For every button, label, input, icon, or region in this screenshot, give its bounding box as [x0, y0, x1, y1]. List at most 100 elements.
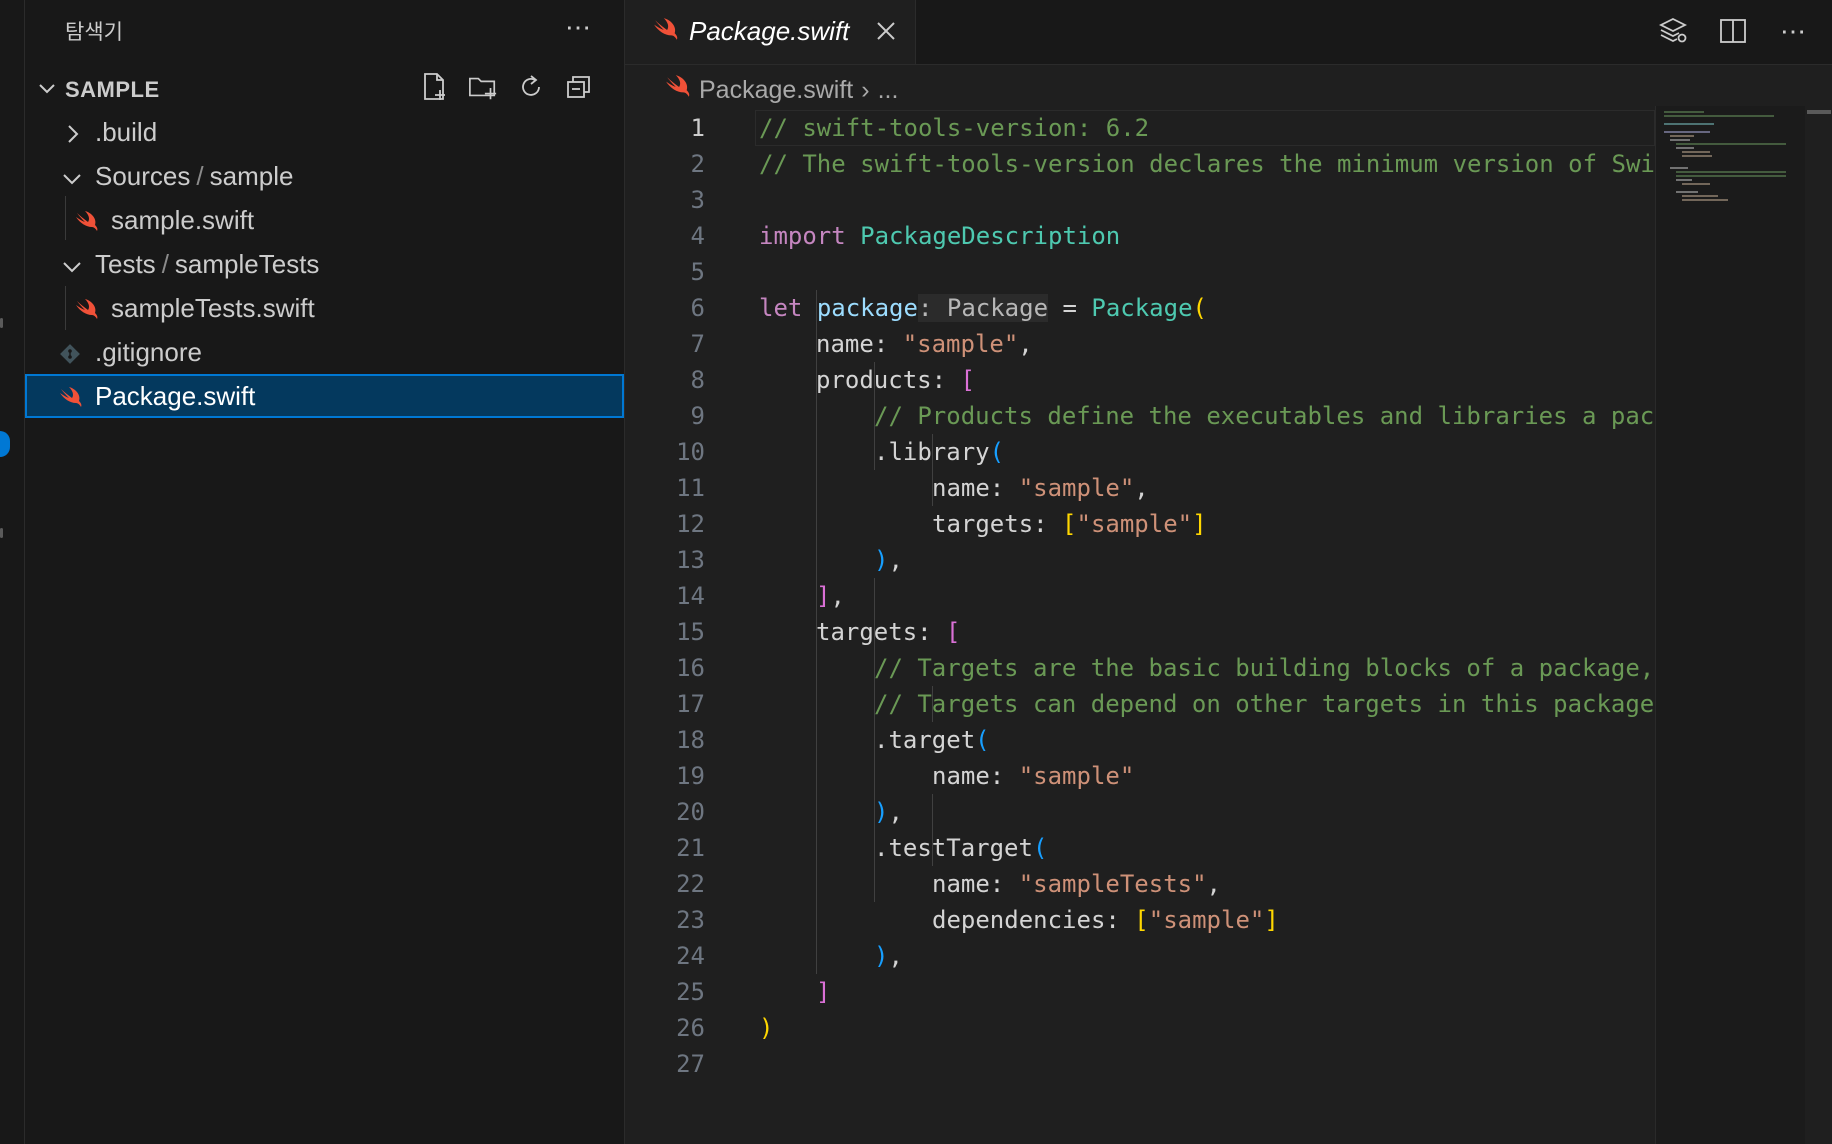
- line-number: 7: [690, 330, 705, 358]
- code-editor[interactable]: 1 // swift-tools-version: 6.2 2 // The swi…: [625, 110, 1655, 1110]
- code-bracket: ): [874, 942, 889, 970]
- tree-item-tests-sampletests[interactable]: Tests / sampleTests: [25, 242, 624, 286]
- minimap-line: [1682, 195, 1718, 197]
- scrollbar-thumb[interactable]: [1807, 110, 1831, 114]
- tree-item-label: sampleTests.swift: [111, 293, 315, 323]
- code-function: .target: [874, 726, 976, 754]
- code-punct: ,: [1206, 870, 1221, 898]
- code-bracket: (: [1032, 834, 1048, 862]
- code-bracket: (: [989, 438, 1005, 466]
- path-separator: /: [196, 161, 204, 191]
- close-icon[interactable]: [875, 20, 897, 47]
- tree-item-sampletests-swift[interactable]: sampleTests.swift: [25, 286, 624, 330]
- minimap-line: [1676, 147, 1694, 149]
- breadcrumb-file[interactable]: Package.swift: [699, 76, 853, 105]
- tree-item-label: Tests: [95, 249, 156, 279]
- activity-marker: [0, 528, 3, 538]
- code-line: 10 .library(: [625, 434, 1655, 470]
- code-line: 5: [625, 254, 1655, 290]
- tree-item-label: sampleTests: [174, 249, 320, 279]
- refresh-icon[interactable]: [516, 72, 546, 102]
- swift-icon: [653, 18, 679, 47]
- explorer-sidebar: 탐색기 ⋯ SAMPLE .build Sources / sample sam…: [25, 0, 625, 1144]
- workspace-section-header[interactable]: SAMPLE: [25, 70, 624, 106]
- code-line: 22 name: "sampleTests",: [625, 866, 1655, 902]
- code-line: 6 let package: Package = Package(: [625, 290, 1655, 326]
- minimap-line: [1670, 139, 1690, 141]
- tab-package-swift[interactable]: Package.swift: [625, 0, 916, 64]
- code-line: 20),: [625, 794, 1655, 830]
- tree-item-sample-swift[interactable]: sample.swift: [25, 198, 624, 242]
- tree-item-label: Package.swift: [95, 381, 256, 411]
- tree-item-gitignore[interactable]: .gitignore: [25, 330, 624, 374]
- line-number: 4: [690, 222, 705, 250]
- vertical-scrollbar[interactable]: [1805, 106, 1832, 1144]
- line-number: 18: [676, 726, 705, 754]
- line-number: 14: [676, 582, 705, 610]
- editor-more-actions-button[interactable]: ⋯: [1776, 14, 1810, 48]
- tab-label: Package.swift: [689, 16, 850, 46]
- line-number: 23: [676, 906, 705, 934]
- git-icon: [59, 341, 81, 372]
- minimap-line: [1676, 171, 1786, 173]
- code-line: 13),: [625, 542, 1655, 578]
- new-folder-icon[interactable]: [468, 72, 498, 102]
- code-bracket: ]: [816, 978, 831, 1006]
- code-line: 4 import PackageDescription: [625, 218, 1655, 254]
- code-label: products:: [816, 366, 961, 394]
- code-line: 14],: [625, 578, 1655, 614]
- tree-item-package-swift[interactable]: Package.swift: [25, 374, 624, 418]
- line-number: 1: [690, 114, 705, 142]
- tree-item-build[interactable]: .build: [25, 110, 624, 154]
- code-bracket: ): [874, 546, 889, 574]
- accounts-badge[interactable]: [0, 431, 10, 457]
- code-label: name:: [932, 474, 1019, 502]
- code-punct: ,: [888, 798, 903, 826]
- explorer-title: 탐색기: [65, 21, 123, 44]
- tree-item-label: .build: [95, 117, 158, 147]
- breadcrumb-separator: ›: [861, 75, 870, 104]
- code-punct: ,: [888, 942, 903, 970]
- code-comment: // Products define the executables and l…: [874, 402, 1655, 430]
- code-line: 7 name: "sample",: [625, 326, 1655, 362]
- copilot-layers-icon[interactable]: [1656, 14, 1690, 48]
- code-bracket: ]: [1192, 510, 1207, 538]
- tree-item-sources-sample[interactable]: Sources / sample: [25, 154, 624, 198]
- code-bracket: [: [946, 618, 961, 646]
- line-number: 11: [676, 474, 705, 502]
- activity-bar-edge: [0, 0, 25, 1144]
- line-number: 8: [690, 366, 705, 394]
- minimap-line: [1682, 199, 1728, 201]
- split-editor-icon[interactable]: [1716, 14, 1750, 48]
- code-variable: package: [816, 294, 918, 322]
- code-operator: =: [1048, 294, 1092, 322]
- code-label: name:: [932, 762, 1019, 790]
- new-file-icon[interactable]: [420, 72, 450, 102]
- code-line: 27: [625, 1046, 1655, 1082]
- code-label: name:: [816, 330, 903, 358]
- explorer-more-actions-button[interactable]: ⋯: [565, 12, 592, 43]
- code-type: Package: [1091, 294, 1193, 322]
- line-number: 22: [676, 870, 705, 898]
- code-bracket: [: [1062, 510, 1077, 538]
- collapse-all-icon[interactable]: [564, 72, 594, 102]
- line-number: 2: [690, 150, 705, 178]
- code-comment: // The swift-tools-version declares the …: [759, 150, 1655, 178]
- code-punct: ,: [1018, 330, 1033, 358]
- code-comment: // Targets can depend on other targets i…: [874, 690, 1655, 718]
- tree-item-label: sample.swift: [111, 205, 255, 235]
- chevron-down-icon: [61, 253, 83, 284]
- code-line: 9 // Products define the executables and …: [625, 398, 1655, 434]
- workspace-title: SAMPLE: [65, 77, 160, 102]
- code-bracket: ]: [1264, 906, 1279, 934]
- swift-icon: [59, 385, 83, 416]
- minimap[interactable]: [1655, 106, 1806, 1144]
- code-bracket: (: [1192, 294, 1207, 322]
- code-line: 16 // Targets are the basic building bloc…: [625, 650, 1655, 686]
- code-line: 25]: [625, 974, 1655, 1010]
- breadcrumb-symbol[interactable]: ...: [878, 76, 899, 105]
- code-keyword: let: [759, 294, 803, 322]
- code-line: 26): [625, 1010, 1655, 1046]
- swift-icon: [665, 74, 691, 106]
- minimap-line: [1670, 167, 1688, 169]
